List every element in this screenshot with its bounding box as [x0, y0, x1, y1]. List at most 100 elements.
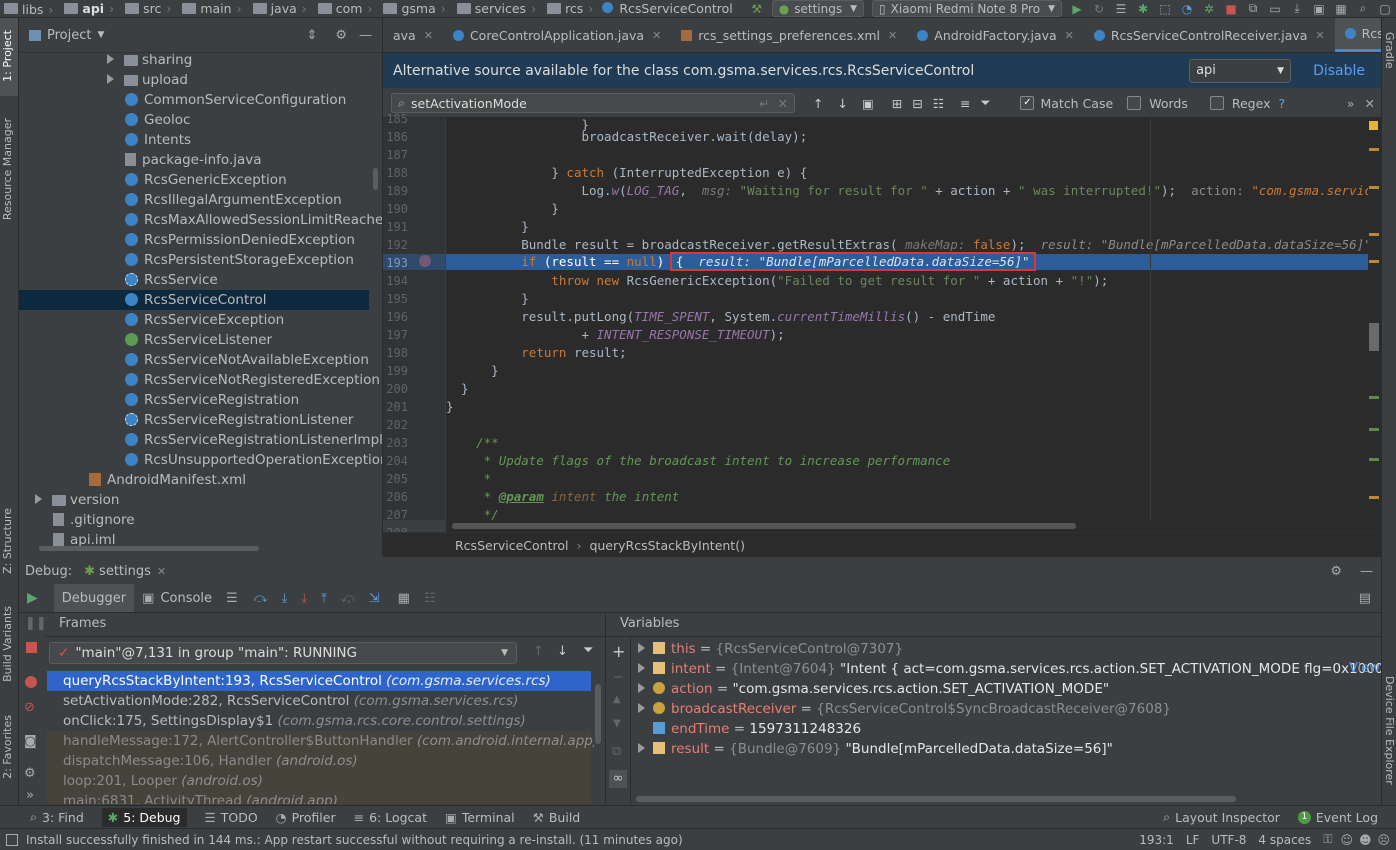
add-watch-icon[interactable]: +	[612, 642, 625, 661]
avd-manager-icon[interactable]: ▭	[1264, 1, 1286, 17]
editor-tab[interactable]: rcs_settings_preferences.xml ✕	[671, 18, 907, 52]
close-icon[interactable]: ✕	[1315, 29, 1324, 42]
bottom-tab[interactable]: ☰ TODO	[205, 810, 258, 825]
tree-item[interactable]: RcsServiceRegistrationListenerImpl	[19, 430, 382, 450]
editor-tab[interactable]: ava ✕	[383, 18, 443, 52]
step-out-icon[interactable]: ⤒	[321, 591, 327, 606]
match-case-checkbox[interactable]: ✓	[1020, 96, 1035, 110]
tree-item[interactable]: RcsServiceControl	[19, 290, 369, 310]
previous-frame-icon[interactable]: ↑	[533, 644, 544, 659]
apply-changes-icon[interactable]: ☰	[1110, 1, 1132, 17]
mute-breakpoints-icon[interactable]: ⊘	[24, 700, 35, 715]
bottom-tab[interactable]: ⌕ 3: Find	[30, 809, 84, 825]
add-selection-icon[interactable]: ⊞	[892, 96, 902, 111]
more-icon[interactable]: »	[1347, 96, 1355, 111]
chevron-right-icon[interactable]	[638, 703, 645, 713]
breadcrumb-item[interactable]: services ›	[455, 1, 541, 16]
help-icon[interactable]: ?	[1278, 96, 1285, 111]
breadcrumb-item[interactable]: libs ›	[22, 2, 58, 17]
sync-icon[interactable]: ⧉	[1242, 1, 1264, 17]
tree-item[interactable]: RcsGenericException	[19, 170, 369, 190]
close-icon[interactable]: ✕	[888, 29, 897, 42]
hide-icon[interactable]: —	[359, 28, 372, 43]
device-file-explorer-label[interactable]: Device File Explorer	[1383, 676, 1396, 785]
chevron-right-icon[interactable]	[638, 643, 645, 653]
tree-item[interactable]: Geoloc	[19, 110, 369, 130]
tree-item[interactable]: RcsMaxAllowedSessionLimitReached	[19, 210, 382, 230]
debugger-tab[interactable]: Debugger	[53, 584, 135, 612]
move-down-icon[interactable]: ▼	[613, 718, 621, 729]
chevron-down-icon[interactable]: ▼	[97, 30, 104, 40]
chevron-right-icon[interactable]	[107, 74, 114, 84]
caret-position[interactable]: 193:1	[1139, 833, 1174, 847]
words-label[interactable]: Words	[1149, 96, 1188, 111]
editor-tab[interactable]: CoreControlApplication.java ✕	[443, 18, 671, 52]
tree-item[interactable]: upload	[19, 70, 369, 90]
favorites-label[interactable]: 2: Favorites	[1, 715, 14, 779]
step-into-icon[interactable]: ⤓	[282, 591, 288, 606]
gear-icon[interactable]: ⚙	[335, 28, 347, 43]
stripe-mark[interactable]	[1369, 148, 1379, 151]
drop-frame-icon[interactable]: ⤽	[341, 591, 355, 606]
collapse-all-icon[interactable]: ⇕	[306, 28, 317, 43]
tree-item[interactable]: RcsUnsupportedOperationException	[19, 450, 382, 470]
layout-icon[interactable]: ☰	[226, 591, 238, 606]
editor-tab[interactable]: RcsServiceControlReceiver.java ✕	[1084, 18, 1335, 52]
bottom-tab[interactable]: ◔ Profiler	[276, 810, 336, 825]
force-step-into-icon[interactable]: ⤓	[301, 591, 307, 606]
layout-icon[interactable]: ▣	[1308, 1, 1330, 17]
thread-select[interactable]: ✓ "main"@7,131 in group "main": RUNNING …	[49, 642, 517, 664]
match-case-label[interactable]: Match Case	[1040, 96, 1113, 111]
variable-row[interactable]: broadcastReceiver = {RcsServiceControl$S…	[638, 699, 1171, 719]
rerun-icon[interactable]: ↻	[1088, 1, 1110, 17]
hammer-icon[interactable]: ⚒	[746, 1, 768, 17]
resume-icon[interactable]: ▶	[27, 590, 38, 606]
event-log-button[interactable]: 1 Event Log	[1297, 810, 1378, 825]
frame-row[interactable]: setActivationMode:282, RcsServiceControl…	[47, 691, 591, 711]
gradle-label[interactable]: Gradle	[1383, 32, 1396, 69]
tree-item[interactable]: RcsServiceRegistration	[19, 390, 369, 410]
resource-manager-label[interactable]: Resource Manager	[1, 118, 14, 220]
tree-item[interactable]: sharing	[19, 50, 369, 70]
disable-link[interactable]: Disable	[1313, 63, 1365, 79]
breadcrumb-file[interactable]: RcsServiceControl	[602, 1, 733, 16]
close-icon[interactable]: ✕	[424, 29, 433, 42]
breadcrumb-item[interactable]: gsma ›	[381, 1, 450, 16]
frame-row[interactable]: queryRcsStackByIntent:193, RcsServiceCon…	[47, 671, 591, 691]
console-tab[interactable]: Console	[160, 591, 212, 606]
camera-icon[interactable]: ◙	[24, 734, 37, 749]
frame-row[interactable]: handleMessage:172, AlertController$Butto…	[47, 731, 598, 751]
copy-icon[interactable]: ⧉	[612, 744, 621, 759]
stripe-mark[interactable]	[1369, 186, 1379, 189]
tree-scrollbar[interactable]	[373, 168, 378, 190]
chevron-right-icon[interactable]	[107, 54, 114, 64]
breadcrumb-item[interactable]: rcs ›	[545, 1, 598, 16]
breadcrumb-item[interactable]: com ›	[316, 1, 378, 16]
breadcrumb-item[interactable]: src ›	[123, 1, 176, 16]
variable-row[interactable]: action = "com.gsma.services.rcs.action.S…	[638, 679, 1109, 699]
view-link[interactable]: View	[1349, 659, 1380, 679]
variable-row[interactable]: result = {Bundle@7609} "Bundle[mParcelle…	[638, 739, 1113, 759]
stripe-mark[interactable]	[1369, 396, 1379, 399]
stripe-mark[interactable]	[1369, 496, 1379, 499]
layout-inspector-button[interactable]: ⌕ Layout Inspector	[1163, 809, 1280, 825]
stripe-mark[interactable]	[1369, 260, 1379, 263]
face-icon[interactable]: ☺	[1340, 833, 1353, 847]
close-icon[interactable]: ✕	[1065, 29, 1074, 42]
restore-layout-icon[interactable]: ▤	[1359, 591, 1371, 606]
breadcrumb-item[interactable]: java ›	[251, 1, 312, 16]
chevron-right-icon[interactable]	[638, 683, 645, 693]
frame-row[interactable]: onClick:175, SettingsDisplay$1 (com.gsma…	[47, 711, 591, 731]
face-icon[interactable]: ☻	[1359, 833, 1372, 847]
tree-item[interactable]: RcsIllegalArgumentException	[19, 190, 369, 210]
tree-item[interactable]: CommonServiceConfiguration	[19, 90, 369, 110]
tree-hscrollbar[interactable]	[39, 546, 259, 551]
frame-row[interactable]: loop:201, Looper (android.os)	[47, 771, 591, 791]
frame-row[interactable]: main:6831, ActivityThread (android.app)	[47, 791, 591, 804]
tree-item[interactable]: RcsPersistentStorageException	[19, 250, 369, 270]
editor-tab[interactable]: RcsServiceControl.java✕	[1334, 18, 1381, 52]
search-icon[interactable]: ⌕	[1352, 1, 1374, 17]
stripe-mark[interactable]	[1369, 233, 1379, 236]
next-occurrence-icon[interactable]: ↓	[837, 96, 847, 111]
clear-icon[interactable]: ✕	[778, 96, 788, 111]
